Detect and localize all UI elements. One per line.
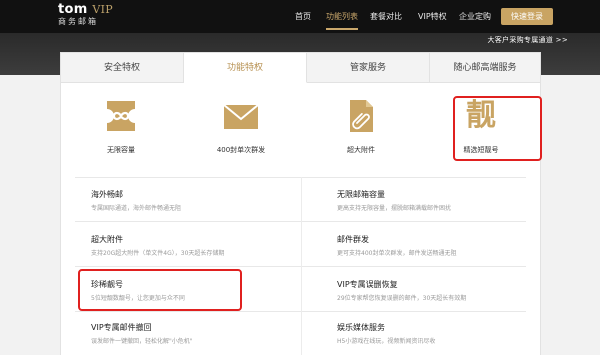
tab-bar: 安全特权 功能特权 管家服务 随心邮高端服务 [61,53,540,83]
item-description: H5小游戏在线玩，视频新闻资讯尽收 [337,338,436,345]
tab-premium-service[interactable]: 随心邮高端服务 [430,53,540,83]
nav-feature-list[interactable]: 功能列表 [326,0,358,33]
top-navigation-bar: tom VIP 商务邮箱 首页 功能列表 套餐对比 VIP特权 企业定购 快速登… [0,0,600,33]
highlight-rare-number-item [78,269,242,311]
item-description: 更高支持无限容量，摆脱邮箱满载邮件困扰 [337,205,452,212]
list-item-unlimited-capacity[interactable]: 无限邮箱容量 更高支持无限容量，摆脱邮箱满载邮件困扰 [337,189,557,212]
tab-features[interactable]: 功能特权 [184,53,307,83]
logo-subtitle: 商务邮箱 [58,17,98,26]
logo-vip-text: VIP [92,3,114,16]
highlight-premium-number-feature [453,96,542,161]
item-title: 超大附件 [91,235,123,244]
feature-unlimited-capacity[interactable]: 无限容量 [61,97,181,155]
logo-main-text: tom [58,2,88,17]
item-description: 更可支持400封单次群发，邮件发送畅通无阻 [337,250,457,257]
item-description: 29位专家帮您恢复误删的邮件，30天超长有效期 [337,295,467,302]
item-title: 娱乐媒体服务 [337,323,385,332]
item-title: VIP专属邮件撤回 [91,323,152,332]
item-description: 支持20G超大附件（单文件4G），30天超长存储期 [91,250,225,257]
feature-large-attachment[interactable]: 超大附件 [301,97,421,155]
infinity-icon [103,97,139,135]
feature-label: 400封单次群发 [216,146,266,154]
item-description: 专属国际通道，海外邮件畅通无阻 [91,205,182,212]
quick-login-button[interactable]: 快速登录 [501,8,553,25]
list-item-bulk-send[interactable]: 邮件群发 更可支持400封单次群发，邮件发送畅通无阻 [337,234,557,257]
list-item-large-attachment[interactable]: 超大附件 支持20G超大附件（单文件4G），30天超长存储期 [91,234,311,257]
feature-label: 无限容量 [107,146,135,154]
nav-vip-privilege[interactable]: VIP特权 [418,0,447,33]
feature-label: 超大附件 [347,146,375,154]
tab-security[interactable]: 安全特权 [61,53,184,83]
item-title: VIP专属误删恢复 [337,280,398,289]
nav-enterprise-order[interactable]: 企业定购 [459,0,491,33]
tab-butler-service[interactable]: 管家服务 [307,53,430,83]
feature-bulk-send[interactable]: 400封单次群发 [181,97,301,155]
item-title: 海外畅邮 [91,190,123,199]
list-item-overseas-mail[interactable]: 海外畅邮 专属国际通道，海外邮件畅通无阻 [91,189,311,212]
list-item-entertainment[interactable]: 娱乐媒体服务 H5小游戏在线玩，视频新闻资讯尽收 [337,322,557,345]
item-title: 邮件群发 [337,235,369,244]
paperclip-document-icon [343,97,379,135]
envelope-icon [223,97,259,135]
enterprise-purchase-link[interactable]: 大客户采购专属通道 >> [487,35,568,45]
nav-home[interactable]: 首页 [295,0,311,33]
tom-vip-logo[interactable]: tom VIP 商务邮箱 [58,2,113,27]
list-item-deleted-recovery[interactable]: VIP专属误删恢复 29位专家帮您恢复误删的邮件，30天超长有效期 [337,279,557,302]
list-item-mail-recall[interactable]: VIP专属邮件撤回 误发邮件一键撤回，轻松化解"小危机" [91,322,311,345]
nav-plan-compare[interactable]: 套餐对比 [370,0,402,33]
item-title: 无限邮箱容量 [337,190,385,199]
item-description: 误发邮件一键撤回，轻松化解"小危机" [91,338,193,345]
